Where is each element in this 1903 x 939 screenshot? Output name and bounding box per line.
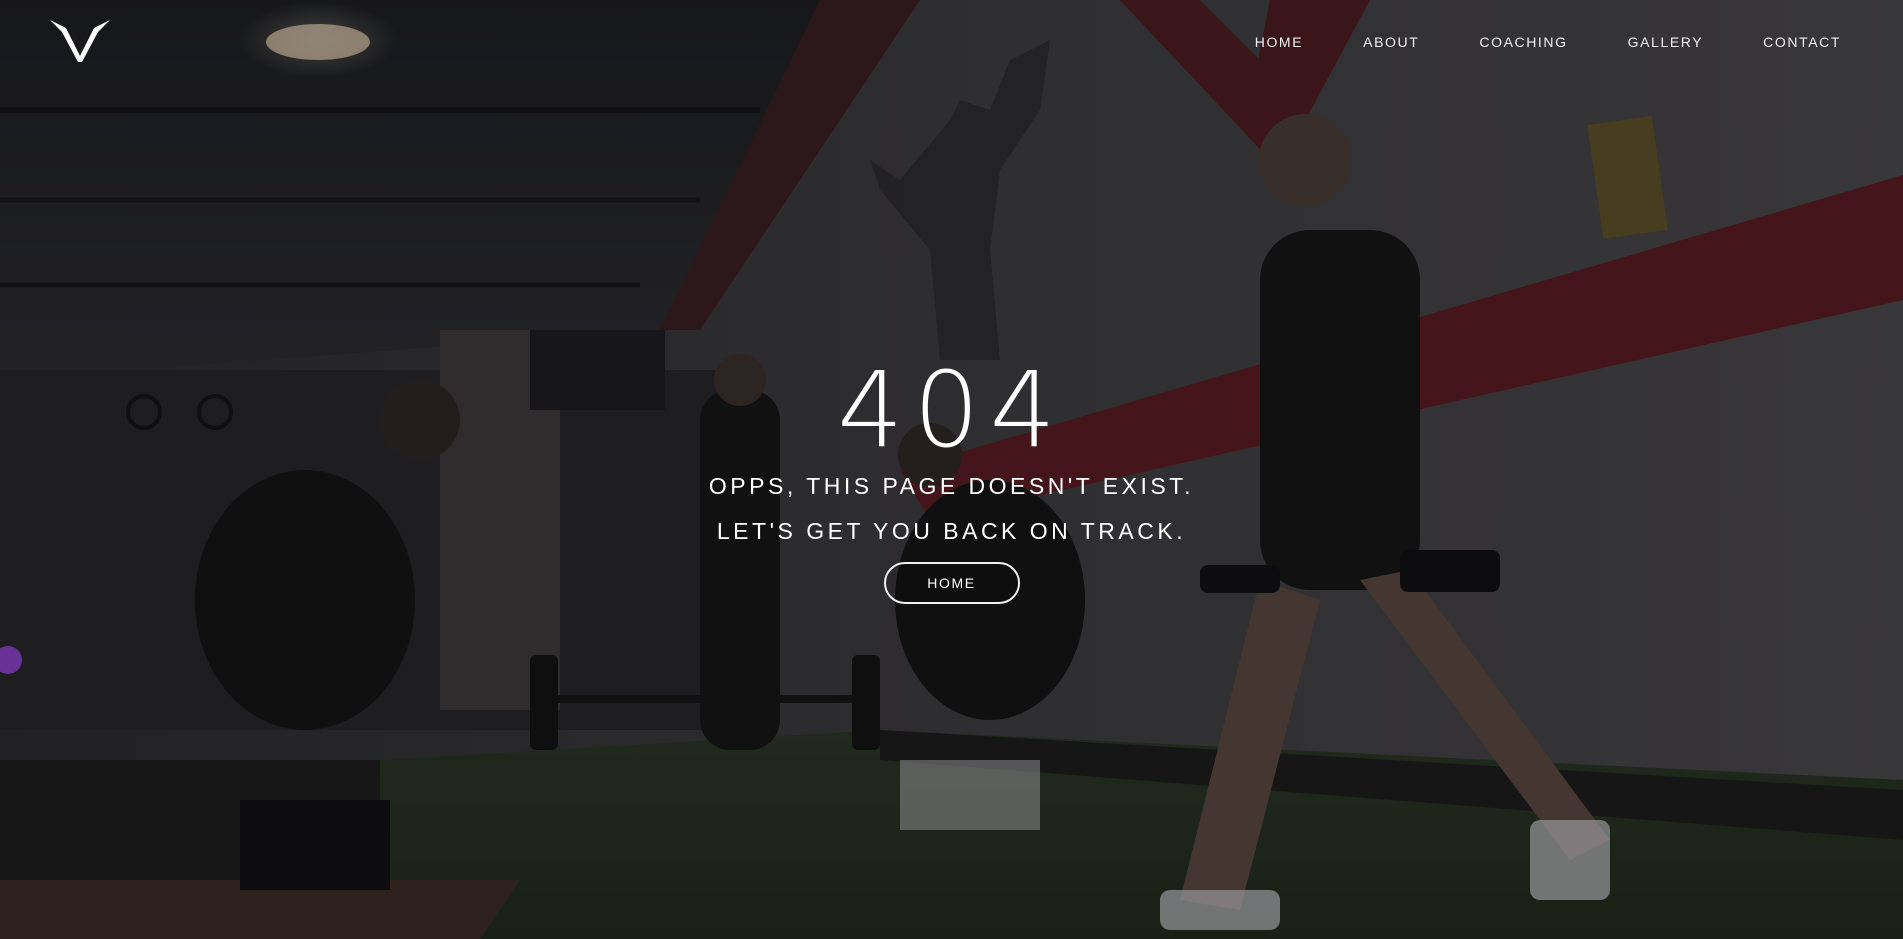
error-message-line-2: LET'S GET YOU BACK ON TRACK.	[716, 518, 1187, 544]
nav-home[interactable]: HOME	[1255, 32, 1303, 52]
page-404: HOME ABOUT COACHING GALLERY CONTACT 404 …	[0, 0, 1903, 939]
error-code: 404	[837, 349, 1066, 471]
nav-coaching[interactable]: COACHING	[1479, 32, 1567, 52]
main-navigation: HOME ABOUT COACHING GALLERY CONTACT	[1195, 32, 1841, 52]
nav-contact[interactable]: CONTACT	[1763, 32, 1841, 52]
home-button[interactable]: HOME	[883, 562, 1020, 604]
v-wing-logo-icon[interactable]	[48, 16, 112, 64]
nav-about[interactable]: ABOUT	[1363, 32, 1419, 52]
nav-gallery[interactable]: GALLERY	[1628, 32, 1704, 52]
error-content: 404 OPPS, THIS PAGE DOESN'T EXIST. LET'S…	[0, 349, 1903, 604]
error-message-line-1: OPPS, THIS PAGE DOESN'T EXIST.	[708, 473, 1195, 499]
